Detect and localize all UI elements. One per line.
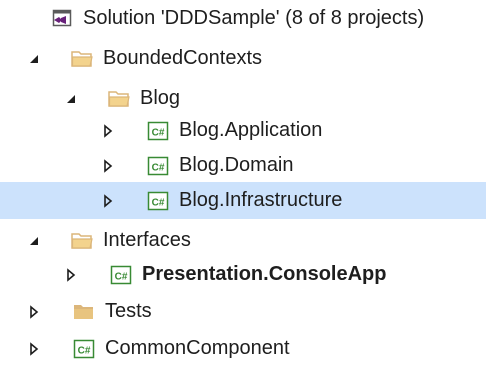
tree-item-solution[interactable]: Solution 'DDDSample' (8 of 8 projects): [0, 0, 486, 37]
csharp-project-icon: C#: [146, 155, 170, 177]
collapsed-arrow-icon[interactable]: [24, 339, 44, 359]
collapsed-arrow-icon[interactable]: [24, 302, 44, 322]
tree-item-blog-infrastructure[interactable]: C# Blog.Infrastructure: [0, 182, 486, 219]
expanded-arrow-icon[interactable]: [24, 231, 44, 251]
folder-open-icon: [70, 48, 94, 70]
tree-item-label: CommonComponent: [105, 337, 290, 359]
tree-item-label: BoundedContexts: [103, 47, 263, 69]
collapsed-arrow-icon[interactable]: [98, 156, 118, 176]
tree-item-presentation-consoleapp[interactable]: C# Presentation.ConsoleApp: [0, 256, 486, 293]
tree-item-label: Presentation.ConsoleApp: [142, 263, 387, 285]
svg-text:C#: C#: [152, 197, 165, 208]
folder-open-icon: [70, 230, 94, 252]
collapsed-arrow-icon[interactable]: [98, 191, 118, 211]
tree-item-label: Blog.Application: [179, 119, 323, 141]
svg-text:C#: C#: [115, 271, 128, 282]
tree-item-blog-domain[interactable]: C# Blog.Domain: [0, 147, 486, 184]
svg-text:C#: C#: [78, 345, 91, 356]
tree-item-label: Blog: [140, 87, 181, 109]
tree-item-label: Solution 'DDDSample' (8 of 8 projects): [83, 7, 425, 29]
tree-item-commoncomponent[interactable]: C# CommonComponent: [0, 330, 486, 367]
collapsed-arrow-icon[interactable]: [61, 265, 81, 285]
tree-item-label: Tests: [105, 300, 152, 322]
solution-icon: [50, 8, 74, 30]
svg-text:C#: C#: [152, 127, 165, 138]
folder-closed-icon: [72, 301, 96, 323]
csharp-project-icon: C#: [146, 190, 170, 212]
csharp-project-icon: C#: [72, 338, 96, 360]
folder-open-icon: [107, 88, 131, 110]
tree-item-tests[interactable]: Tests: [0, 293, 486, 330]
collapsed-arrow-icon[interactable]: [98, 121, 118, 141]
tree-item-blog-application[interactable]: C# Blog.Application: [0, 112, 486, 149]
tree-item-interfaces[interactable]: Interfaces: [0, 222, 486, 259]
svg-text:C#: C#: [152, 162, 165, 173]
tree-item-label: Blog.Infrastructure: [179, 189, 343, 211]
tree-item-boundedcontexts[interactable]: BoundedContexts: [0, 40, 486, 77]
expanded-arrow-icon[interactable]: [24, 49, 44, 69]
solution-explorer-tree: Solution 'DDDSample' (8 of 8 projects) B…: [0, 0, 486, 372]
tree-item-label: Blog.Domain: [179, 154, 294, 176]
csharp-project-icon: C#: [146, 120, 170, 142]
expanded-arrow-icon[interactable]: [61, 89, 81, 109]
tree-item-label: Interfaces: [103, 229, 191, 251]
csharp-project-icon: C#: [109, 264, 133, 286]
